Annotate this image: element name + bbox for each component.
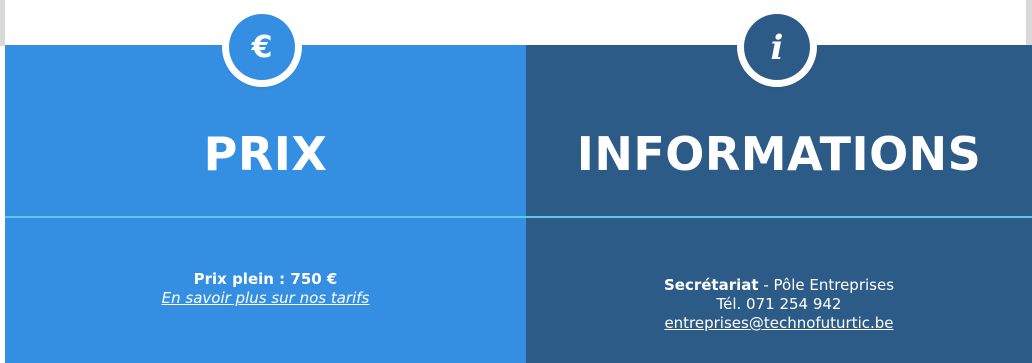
informations-panel: i INFORMATIONS Secrétariat - Pôle Entrep…	[526, 7, 1032, 363]
informations-divider	[526, 216, 1032, 218]
prix-divider	[5, 216, 526, 218]
right-border	[1026, 0, 1032, 46]
prix-title: PRIX	[203, 127, 328, 181]
contact-details: Secrétariat - Pôle Entreprises Tél. 071 …	[526, 276, 1032, 333]
tarifs-link[interactable]: En savoir plus sur nos tarifs	[5, 289, 526, 308]
phone-number: Tél. 071 254 942	[716, 295, 842, 313]
prix-details: Prix plein : 750 € En savoir plus sur no…	[5, 270, 526, 308]
informations-title: INFORMATIONS	[576, 127, 982, 181]
euro-icon: €	[229, 14, 295, 80]
left-border	[0, 0, 5, 46]
email-link[interactable]: entreprises@technofuturtic.be	[526, 314, 1032, 333]
info-icon-glyph: i	[770, 28, 784, 68]
contact-name: Secrétariat	[663, 276, 759, 294]
price-label: Prix plein : 750 €	[193, 270, 338, 288]
info-badge: i	[737, 7, 817, 87]
contact-suffix: - Pôle Entreprises	[758, 276, 895, 294]
contact-line: Secrétariat - Pôle Entreprises	[526, 276, 1032, 295]
pricing-info-section: € PRIX Prix plein : 750 € En savoir plus…	[0, 0, 1032, 363]
prix-panel: € PRIX Prix plein : 750 € En savoir plus…	[5, 7, 526, 363]
euro-icon-glyph: €	[251, 30, 273, 65]
euro-badge: €	[222, 7, 302, 87]
info-icon: i	[744, 14, 810, 80]
